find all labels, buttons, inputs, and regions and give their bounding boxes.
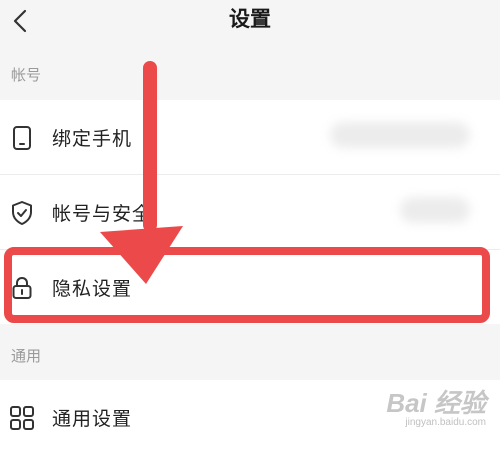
settings-item-label: 隐私设置	[52, 278, 133, 300]
settings-item-label: 帐号与安全	[52, 203, 153, 225]
watermark: Bai 经验 jingyan.baidu.com	[386, 389, 486, 428]
page-title: 设置	[229, 7, 271, 31]
section-label-general: 通用	[11, 347, 42, 365]
grid-icon	[8, 404, 36, 432]
lock-icon	[8, 274, 36, 302]
shield-check-icon	[8, 199, 36, 227]
blurred-value	[400, 197, 470, 223]
blurred-value	[330, 122, 470, 148]
settings-item-bind-phone[interactable]: 绑定手机	[0, 100, 500, 174]
settings-item-privacy[interactable]: 隐私设置	[0, 250, 500, 324]
settings-item-account-security[interactable]: 帐号与安全	[0, 175, 500, 249]
watermark-logo: Bai 经验	[386, 388, 486, 418]
settings-item-label: 绑定手机	[52, 128, 133, 150]
nav-header: 设置	[0, 0, 500, 46]
watermark-url: jingyan.baidu.com	[405, 417, 486, 428]
section-label-account: 帐号	[11, 66, 42, 84]
phone-icon	[8, 124, 36, 152]
settings-item-label: 通用设置	[52, 408, 133, 430]
